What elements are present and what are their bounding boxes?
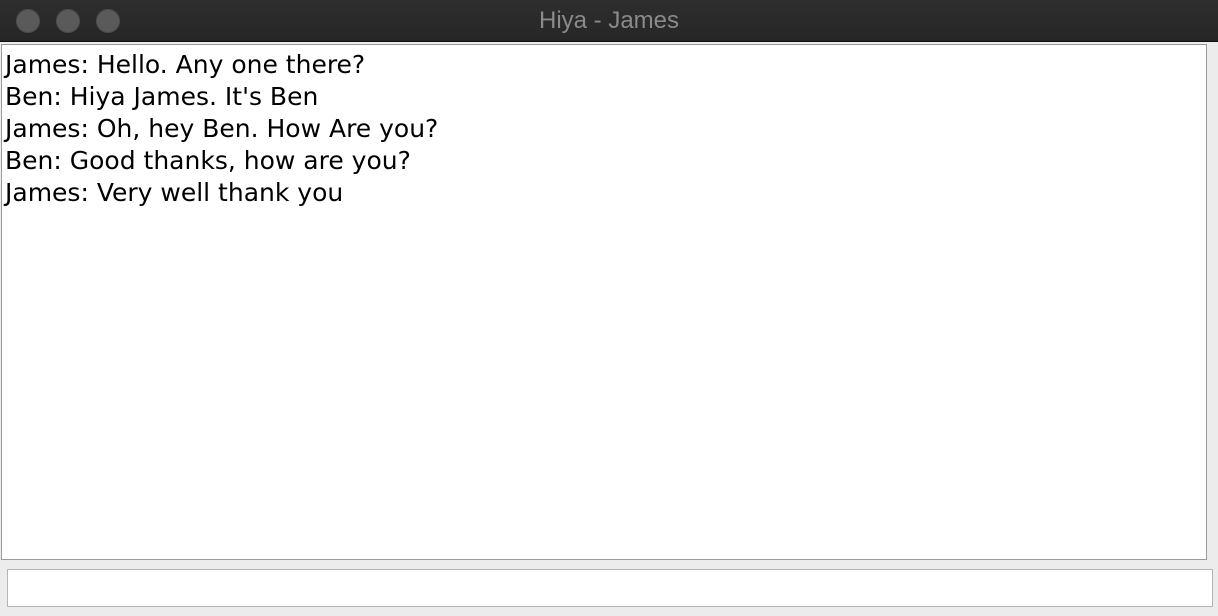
- title-bar[interactable]: Hiya - James: [0, 0, 1218, 42]
- chat-window: Hiya - James James: Hello. Any one there…: [0, 0, 1218, 616]
- chat-message: Ben: Hiya James. It's Ben: [5, 82, 319, 111]
- chat-message: James: Very well thank you: [5, 178, 344, 207]
- chat-transcript[interactable]: James: Hello. Any one there? Ben: Hiya J…: [1, 44, 1207, 560]
- chat-message: James: Oh, hey Ben. How Are you?: [5, 114, 439, 143]
- chat-message: Ben: Good thanks, how are you?: [5, 146, 411, 175]
- window-title: Hiya - James: [538, 7, 680, 34]
- message-input-container: [7, 569, 1213, 607]
- chat-message: James: Hello. Any one there?: [5, 50, 366, 79]
- message-input[interactable]: [8, 570, 1212, 606]
